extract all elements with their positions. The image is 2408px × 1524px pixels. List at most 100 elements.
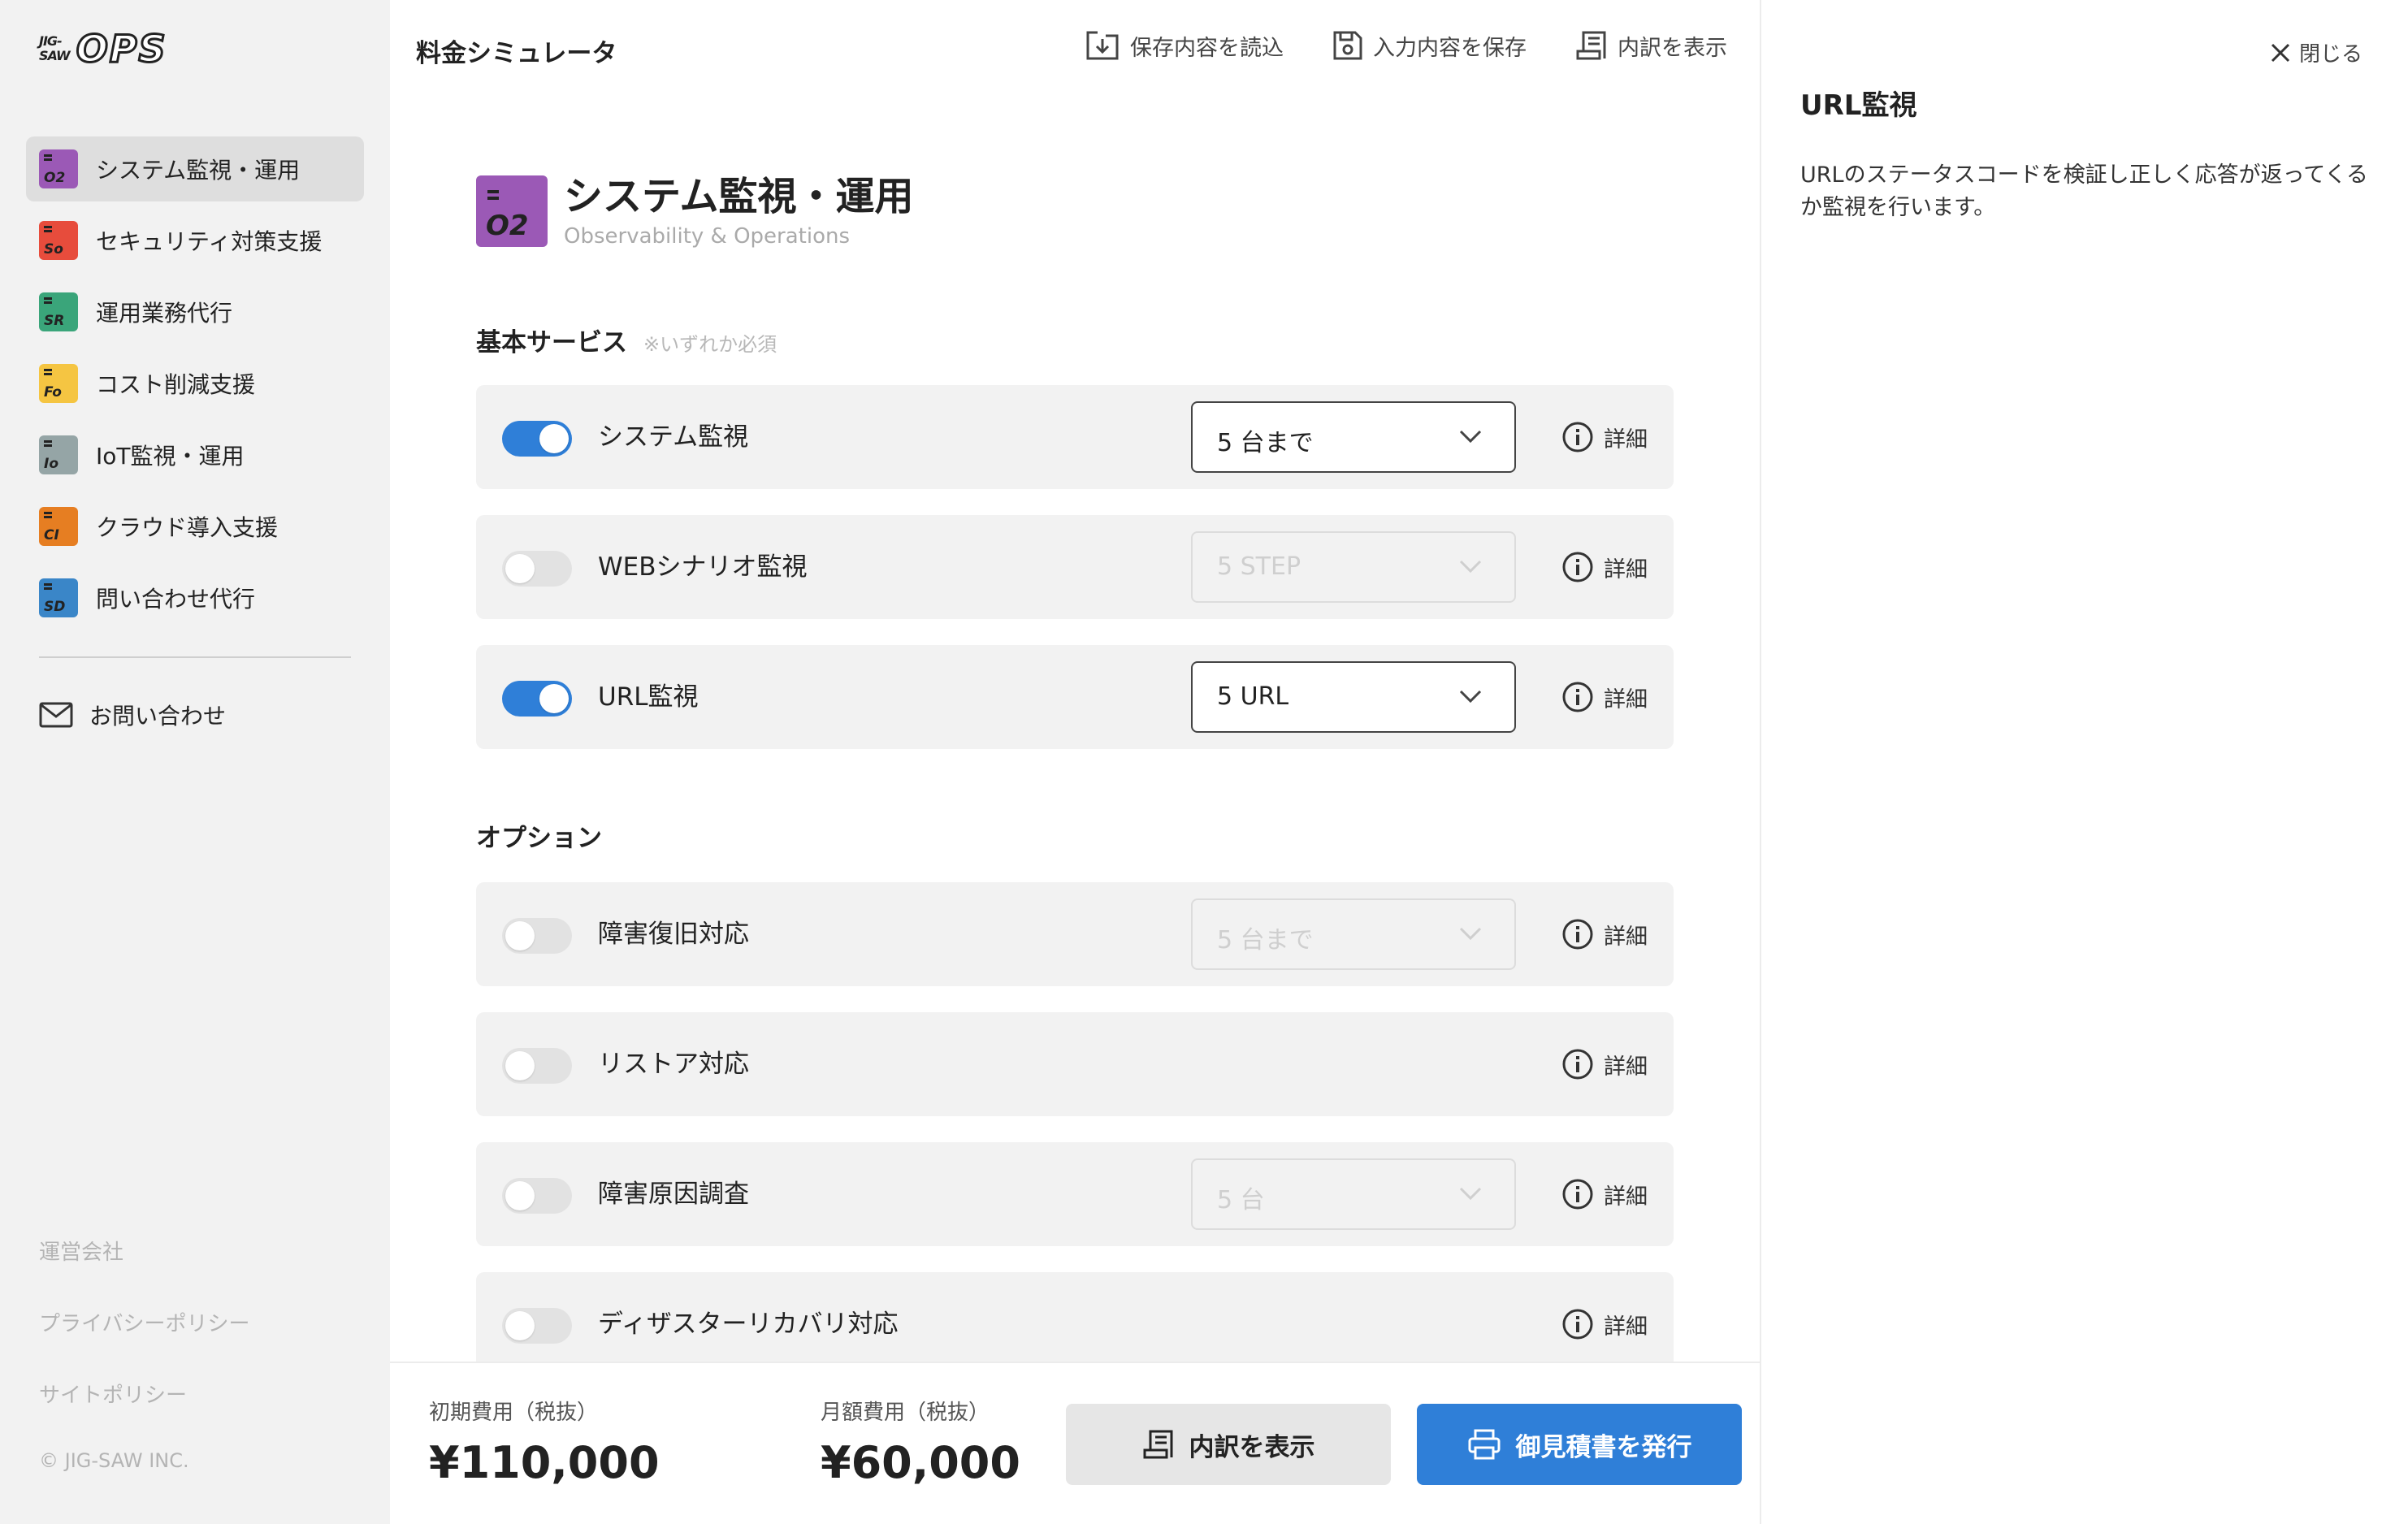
service-badge-icon: SR	[39, 292, 78, 331]
detail-button[interactable]: 詳細	[1561, 1308, 1648, 1340]
cost-summary-bar: 初期費用（税抜） ¥110,000 月額費用（税抜） ¥60,000 内訳を表示…	[390, 1362, 1760, 1524]
issue-quote-label: 御見積書を発行	[1515, 1432, 1692, 1462]
toggle-switch[interactable]	[502, 681, 572, 717]
service-badge-icon: So	[39, 221, 78, 260]
option-label: ディザスターリカバリ対応	[598, 1310, 899, 1339]
detail-label: 詳細	[1604, 686, 1648, 712]
options-label: オプション	[476, 824, 602, 853]
detail-label: 詳細	[1604, 924, 1648, 950]
option-row-restore: リストア対応 詳細	[476, 1012, 1674, 1116]
quantity-select[interactable]: 5 台	[1191, 1158, 1516, 1230]
download-tray-icon	[1086, 31, 1119, 60]
logo[interactable]: JIG- SAW OPS	[39, 27, 167, 71]
detail-panel: 閉じる URL監視 URLのステータスコードを検証し正しく応答が返ってくるか監視…	[1760, 0, 2408, 1524]
info-icon	[1562, 1049, 1593, 1080]
detail-label: 詳細	[1604, 556, 1648, 582]
quantity-select[interactable]: 5 URL	[1191, 661, 1516, 733]
logo-small-text: JIG- SAW	[39, 33, 71, 63]
footer-link-site-policy[interactable]: サイトポリシー	[39, 1378, 249, 1449]
section-header: O2 システム監視・運用 Observability & Operations	[476, 174, 914, 249]
load-saved-label: 保存内容を読込	[1130, 35, 1284, 61]
detail-button[interactable]: 詳細	[1561, 681, 1648, 713]
option-row-disaster-recovery: ディザスターリカバリ対応 詳細	[476, 1272, 1674, 1376]
service-row-system-monitoring: システム監視 5 台まで 詳細	[476, 385, 1674, 489]
issue-quote-button[interactable]: 御見積書を発行	[1417, 1404, 1742, 1485]
sidebar-item-iot[interactable]: Io IoT監視・運用	[26, 422, 364, 487]
toggle-switch[interactable]	[502, 1178, 572, 1214]
section-title: システム監視・運用	[564, 174, 914, 219]
select-value: 5 台まで	[1217, 429, 1314, 457]
detail-button[interactable]: 詳細	[1561, 1048, 1648, 1080]
option-label: 障害復旧対応	[598, 920, 749, 949]
section-badge-icon: O2	[476, 175, 548, 247]
quantity-select[interactable]: 5 STEP	[1191, 531, 1516, 603]
contact-link[interactable]: お問い合わせ	[39, 699, 226, 731]
basic-services-title: 基本サービス ※いずれか必須	[476, 322, 777, 358]
detail-button[interactable]: 詳細	[1561, 918, 1648, 950]
sidebar-item-label: 問い合わせ代行	[96, 586, 256, 613]
required-note: ※いずれか必須	[643, 333, 777, 356]
main-content: 料金シミュレータ 保存内容を読込 入力内容を保存 内訳を表示 O2 システム監視…	[390, 0, 1760, 1524]
sidebar-item-operations[interactable]: SR 運用業務代行	[26, 279, 364, 344]
monthly-fee: 月額費用（税抜） ¥60,000	[821, 1396, 1020, 1488]
quantity-select[interactable]: 5 台まで	[1191, 401, 1516, 473]
logo-text: OPS	[75, 27, 167, 71]
toggle-switch[interactable]	[502, 551, 572, 587]
info-icon	[1562, 919, 1593, 950]
service-badge-icon: SD	[39, 578, 78, 617]
sidebar-item-system-monitoring[interactable]: O2 システム監視・運用	[26, 136, 364, 201]
footer-link-company[interactable]: 運営会社	[39, 1235, 249, 1306]
detail-label: 詳細	[1604, 1314, 1648, 1340]
sidebar-item-label: コスト削減支援	[96, 371, 256, 398]
sidebar-nav: O2 システム監視・運用 So セキュリティ対策支援 SR 運用業務代行 Fo …	[26, 136, 364, 637]
toggle-switch[interactable]	[502, 1308, 572, 1344]
detail-button[interactable]: 詳細	[1561, 1178, 1648, 1210]
info-icon	[1562, 682, 1593, 712]
page-title: 料金シミュレータ	[416, 39, 617, 68]
service-row-url-monitoring: URL監視 5 URL 詳細	[476, 645, 1674, 749]
basic-services-label: 基本サービス	[476, 328, 627, 357]
toggle-switch[interactable]	[502, 421, 572, 457]
save-icon	[1333, 31, 1362, 60]
info-icon	[1562, 1179, 1593, 1210]
info-icon	[1562, 422, 1593, 452]
chevron-down-icon	[1459, 927, 1482, 941]
detail-button[interactable]: 詳細	[1561, 551, 1648, 583]
detail-label: 詳細	[1604, 426, 1648, 452]
close-button[interactable]: 閉じる	[2270, 37, 2363, 67]
quantity-select[interactable]: 5 台まで	[1191, 898, 1516, 970]
service-label: システム監視	[598, 422, 749, 452]
top-actions: 保存内容を読込 入力内容を保存 内訳を表示	[1085, 29, 1727, 62]
save-input-label: 入力内容を保存	[1373, 35, 1527, 61]
initial-fee-value: ¥110,000	[429, 1437, 660, 1488]
detail-label: 詳細	[1604, 1184, 1648, 1210]
topbar: 料金シミュレータ 保存内容を読込 入力内容を保存 内訳を表示	[390, 0, 1760, 97]
show-breakdown-label: 内訳を表示	[1189, 1432, 1315, 1462]
select-value: 5 URL	[1217, 682, 1289, 711]
options-title: オプション	[476, 817, 602, 854]
show-breakdown-top-button[interactable]: 内訳を表示	[1575, 29, 1727, 62]
show-breakdown-button[interactable]: 内訳を表示	[1066, 1404, 1391, 1485]
save-input-button[interactable]: 入力内容を保存	[1332, 29, 1527, 62]
toggle-switch[interactable]	[502, 918, 572, 954]
sidebar-item-label: クラウド導入支援	[96, 514, 279, 541]
detail-button[interactable]: 詳細	[1561, 421, 1648, 453]
service-row-web-scenario: WEBシナリオ監視 5 STEP 詳細	[476, 515, 1674, 619]
sidebar-item-label: IoT監視・運用	[96, 443, 245, 470]
section-subtitle: Observability & Operations	[564, 224, 851, 249]
service-label: URL監視	[598, 682, 699, 712]
contact-label: お問い合わせ	[89, 703, 227, 730]
chevron-down-icon	[1459, 1187, 1482, 1201]
chevron-down-icon	[1459, 560, 1482, 574]
select-value: 5 STEP	[1217, 552, 1301, 581]
toggle-switch[interactable]	[502, 1048, 572, 1084]
sidebar-item-inquiry[interactable]: SD 問い合わせ代行	[26, 565, 364, 630]
sidebar-item-cost-reduction[interactable]: Fo コスト削減支援	[26, 351, 364, 416]
copyright: © JIG-SAW INC.	[39, 1449, 189, 1472]
info-icon	[1562, 1309, 1593, 1340]
footer-link-privacy[interactable]: プライバシーポリシー	[39, 1306, 249, 1378]
chevron-down-icon	[1459, 430, 1482, 444]
sidebar-item-security[interactable]: So セキュリティ対策支援	[26, 208, 364, 273]
load-saved-button[interactable]: 保存内容を読込	[1085, 29, 1284, 62]
sidebar-item-cloud[interactable]: CI クラウド導入支援	[26, 494, 364, 559]
